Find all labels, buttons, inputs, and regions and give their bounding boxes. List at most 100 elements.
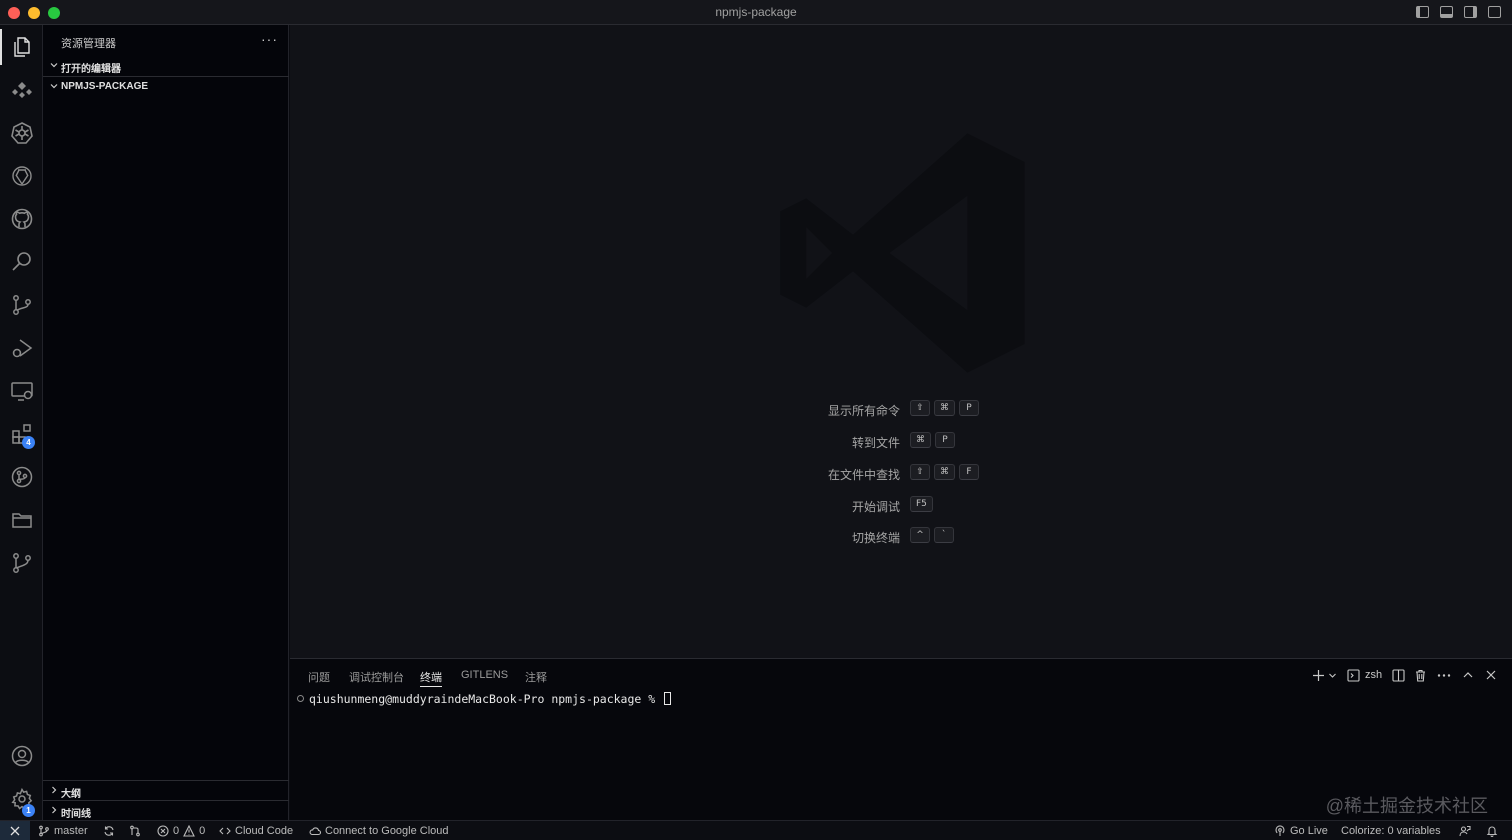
go-live-label: Go Live: [1290, 825, 1328, 837]
google-cloud-status[interactable]: Connect to Google Cloud: [309, 821, 449, 840]
kubernetes-icon[interactable]: [0, 111, 43, 154]
problems-status[interactable]: 0 0: [157, 821, 205, 840]
chevron-right-icon: [52, 786, 57, 794]
close-panel-button[interactable]: [1485, 667, 1497, 683]
kill-terminal-button[interactable]: [1414, 667, 1427, 683]
colorize-status[interactable]: Colorize: 0 variables: [1341, 821, 1441, 840]
git-graph-icon[interactable]: [0, 541, 43, 584]
split-terminal-button[interactable]: [1392, 667, 1405, 683]
settings-gear-icon[interactable]: 1: [0, 777, 43, 820]
sidebar-more-actions-icon[interactable]: ···: [261, 31, 278, 47]
section-project[interactable]: NPMJS-PACKAGE: [43, 77, 289, 97]
cloud-icon: [309, 827, 321, 836]
terminal-prompt: qiushunmeng@muddyraindeMacBook-Pro npmjs…: [309, 692, 663, 706]
vscode-logo-watermark-icon: [780, 133, 1025, 373]
tab-gitlens[interactable]: GITLENS: [461, 669, 508, 687]
search-icon[interactable]: [0, 240, 43, 283]
remote-explorer-icon[interactable]: [0, 68, 43, 111]
shell-name: zsh: [1365, 669, 1383, 681]
git-branch-icon: [39, 825, 49, 837]
toggle-panel-icon[interactable]: [1440, 6, 1453, 18]
tab-debug-console[interactable]: 调试控制台: [349, 669, 404, 687]
terminal-shell-selector[interactable]: zsh: [1347, 667, 1382, 683]
toggle-primary-sidebar-icon[interactable]: [1416, 6, 1429, 18]
explorer-icon[interactable]: [0, 25, 43, 68]
remote-indicator-button[interactable]: [0, 821, 30, 840]
warning-count: 0: [199, 825, 206, 837]
key-backtick: `: [934, 527, 954, 543]
terminal-cursor: [664, 692, 672, 705]
key-shift: ⇧: [910, 400, 930, 416]
shortcut-start-debugging[interactable]: 开始调试 F5: [290, 496, 1512, 516]
section-timeline[interactable]: 时间线: [43, 801, 289, 821]
account-icon[interactable]: [0, 734, 43, 777]
shortcut-toggle-terminal[interactable]: 切换终端 ^ `: [290, 527, 1512, 547]
plus-icon: [1313, 669, 1324, 681]
feedback-icon: [1459, 825, 1471, 837]
sync-button[interactable]: [103, 821, 115, 840]
extensions-icon[interactable]: 4: [0, 412, 43, 455]
cloud-code-status[interactable]: Cloud Code: [219, 821, 293, 840]
maximize-panel-button[interactable]: [1462, 667, 1474, 683]
error-icon: [157, 825, 169, 837]
tab-terminal[interactable]: 终端: [420, 669, 442, 687]
sidebar-title: 资源管理器: [61, 38, 116, 50]
run-debug-icon[interactable]: [0, 326, 43, 369]
explorer-sidebar: 资源管理器 ··· 打开的编辑器 NPMJS-PACKAGE 大纲 时间线: [43, 25, 289, 820]
shortcut-label: 切换终端: [851, 531, 900, 545]
key-p: P: [935, 432, 955, 448]
section-open-editors[interactable]: 打开的编辑器: [43, 56, 289, 76]
chevron-down-icon: [50, 63, 58, 68]
google-cloud-label: Connect to Google Cloud: [325, 825, 449, 837]
shortcut-keys: F5: [910, 496, 933, 512]
settings-badge: 1: [22, 804, 35, 817]
shortcut-keys: ^ `: [910, 527, 954, 543]
branch-status[interactable]: master: [38, 821, 88, 840]
key-ctrl: ^: [910, 527, 930, 543]
go-live-button[interactable]: Go Live: [1274, 821, 1328, 840]
tab-comments[interactable]: 注释: [525, 669, 547, 687]
source-watermark: @稀土掘金技术社区: [1325, 796, 1488, 816]
chevron-down-icon: [50, 84, 58, 89]
notifications-button[interactable]: [1486, 821, 1498, 840]
extensions-badge: 4: [22, 436, 35, 449]
shortcut-label: 显示所有命令: [827, 404, 900, 418]
command-decoration-icon: [297, 695, 304, 702]
status-bar: master 0 0 Cloud Code Connect to Google …: [0, 820, 1512, 840]
shortcut-go-to-file[interactable]: 转到文件 ⌘ P: [290, 432, 1512, 452]
bell-icon: [1486, 826, 1498, 837]
shortcut-show-all-commands[interactable]: 显示所有命令 ⇧ ⌘ P: [290, 400, 1512, 420]
shortcut-label: 开始调试: [851, 500, 900, 514]
terminal-icon: [1347, 668, 1360, 682]
more-actions-button[interactable]: [1437, 667, 1451, 683]
toggle-secondary-sidebar-icon[interactable]: [1464, 6, 1477, 18]
shortcut-keys: ⇧ ⌘ P: [910, 400, 979, 416]
section-outline[interactable]: 大纲: [43, 781, 289, 801]
source-control-icon[interactable]: [0, 283, 43, 326]
ellipsis-icon: [1437, 673, 1451, 677]
github-icon[interactable]: [0, 197, 43, 240]
branch-name: master: [54, 825, 88, 837]
customize-layout-icon[interactable]: [1488, 6, 1501, 18]
git-graph-status[interactable]: [129, 821, 141, 840]
chevron-right-icon: [52, 806, 57, 814]
folder-icon[interactable]: [0, 498, 43, 541]
gitlens-icon[interactable]: [0, 455, 43, 498]
cloud-code-label: Cloud Code: [235, 825, 294, 837]
editor-welcome-area: 显示所有命令 ⇧ ⌘ P 转到文件 ⌘ P 在文件中查找 ⇧ ⌘ F 开始调试 …: [290, 25, 1512, 658]
feedback-button[interactable]: [1459, 821, 1471, 840]
shortcut-label: 在文件中查找: [827, 468, 900, 482]
error-count: 0: [173, 825, 180, 837]
terminal-output[interactable]: qiushunmeng@muddyraindeMacBook-Pro npmjs…: [297, 692, 672, 706]
shortcut-keys: ⌘ P: [910, 432, 955, 448]
sync-icon: [104, 826, 114, 836]
section-outline-label: 大纲: [61, 789, 81, 800]
tab-problems[interactable]: 问题: [308, 669, 330, 687]
key-p: P: [959, 400, 979, 416]
shortcut-find-in-files[interactable]: 在文件中查找 ⇧ ⌘ F: [290, 464, 1512, 484]
key-cmd: ⌘: [910, 432, 931, 448]
remote-window-icon[interactable]: [0, 369, 43, 412]
new-terminal-button[interactable]: [1312, 667, 1337, 683]
chatgpt-icon[interactable]: [0, 154, 43, 197]
key-f: F: [959, 464, 979, 480]
